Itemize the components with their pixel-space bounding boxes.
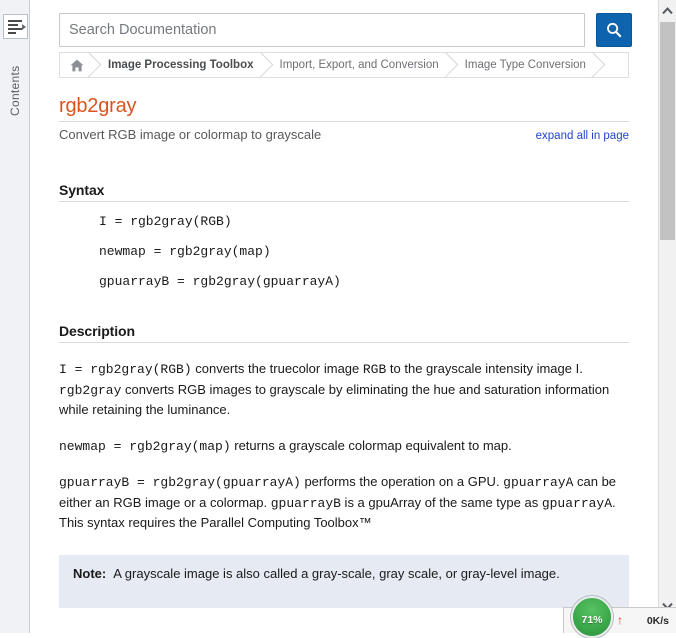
breadcrumb: Image Processing Toolbox Import, Export,… bbox=[59, 52, 629, 78]
chevron-up-icon bbox=[662, 7, 673, 15]
desc-p3-code-4: gpuarrayA bbox=[541, 495, 613, 511]
syntax-code-line-0: I = rgb2gray(RGB) bbox=[99, 214, 232, 229]
desc-p1-code-3: rgb2gray bbox=[59, 382, 122, 398]
subtitle-row: Convert RGB image or colormap to graysca… bbox=[59, 127, 629, 142]
cpu-usage-value: 71% bbox=[581, 614, 603, 626]
contents-rail: Contents bbox=[0, 0, 30, 633]
breadcrumb-item-0[interactable]: Image Processing Toolbox bbox=[96, 53, 268, 77]
breadcrumb-item-2[interactable]: Image Type Conversion bbox=[453, 53, 600, 77]
search-row bbox=[59, 13, 656, 47]
vertical-scrollbar[interactable] bbox=[658, 0, 676, 633]
syntax-code-line-1: newmap = rgb2gray(map) bbox=[99, 244, 271, 259]
desc-p3-code-2: gpuarrayA bbox=[503, 475, 574, 490]
arrow-up-icon: ↑ bbox=[617, 613, 623, 627]
note-text: A grayscale image is also called a gray-… bbox=[113, 565, 560, 581]
note-box: Note: A grayscale image is also called a … bbox=[59, 554, 629, 608]
desc-p1-code-2: RGB bbox=[362, 362, 387, 377]
syntax-code-line-2: gpuarrayB = rgb2gray(gpuarrayA) bbox=[99, 274, 341, 289]
expand-all-link[interactable]: expand all in page bbox=[536, 130, 629, 142]
page-content: rgb2gray Convert RGB image or colormap t… bbox=[59, 94, 629, 633]
scroll-up-button[interactable] bbox=[659, 2, 676, 20]
desc-p1-text-2: to the grayscale intensity image I. bbox=[386, 361, 583, 376]
desc-p1-code-1: I = rgb2gray(RGB) bbox=[59, 362, 192, 377]
search-button[interactable] bbox=[596, 13, 632, 47]
search-icon bbox=[607, 22, 622, 38]
network-rate-value: 0K/s bbox=[646, 615, 669, 627]
desc-p1-text-1: converts the truecolor image bbox=[191, 361, 363, 376]
breadcrumb-item-1[interactable]: Import, Export, and Conversion bbox=[268, 53, 453, 77]
page-title: rgb2gray bbox=[59, 94, 629, 122]
desc-p2-text-1: returns a grayscale colormap equivalent … bbox=[230, 437, 512, 453]
syntax-section: Syntax I = rgb2gray(RGB) newmap = rgb2gr… bbox=[59, 182, 629, 292]
desc-p2-code-1: newmap = rgb2gray(map) bbox=[59, 438, 231, 454]
search-input[interactable] bbox=[59, 13, 585, 47]
cpu-usage-gauge[interactable]: 71% bbox=[571, 596, 613, 638]
desc-p3-text-1: performs the operation on a GPU. bbox=[300, 474, 504, 489]
description-paragraph-2: newmap = rgb2gray(map) returns a graysca… bbox=[59, 436, 629, 457]
desc-p3-text-3: is a gpuArray of the same type as bbox=[340, 494, 542, 510]
page-subtitle: Convert RGB image or colormap to graysca… bbox=[59, 127, 322, 142]
description-heading: Description bbox=[59, 323, 629, 343]
contents-label: Contents bbox=[8, 65, 22, 117]
list-lines-icon bbox=[8, 20, 22, 34]
documentation-pane: Image Processing Toolbox Import, Export,… bbox=[31, 0, 658, 633]
contents-toggle-button[interactable] bbox=[3, 14, 28, 39]
description-section: Description I = rgb2gray(RGB) converts t… bbox=[59, 323, 629, 608]
breadcrumb-home[interactable] bbox=[60, 53, 96, 77]
desc-p3-code-3: gpuarrayB bbox=[270, 495, 341, 511]
syntax-heading: Syntax bbox=[59, 182, 629, 202]
scrollbar-thumb[interactable] bbox=[660, 22, 675, 240]
note-label: Note: bbox=[73, 565, 107, 581]
home-icon bbox=[70, 59, 84, 71]
description-paragraph-1: I = rgb2gray(RGB) converts the truecolor… bbox=[59, 359, 629, 420]
expand-arrow-icon bbox=[22, 24, 26, 30]
desc-p1-text-3: converts RGB images to grayscale by elim… bbox=[59, 381, 610, 418]
description-paragraph-3: gpuarrayB = rgb2gray(gpuarrayA) performs… bbox=[59, 472, 629, 533]
desc-p3-code-1: gpuarrayB = rgb2gray(gpuarrayA) bbox=[59, 475, 301, 490]
system-monitor-widget[interactable]: 71% ↑ 0K/s bbox=[563, 596, 676, 638]
